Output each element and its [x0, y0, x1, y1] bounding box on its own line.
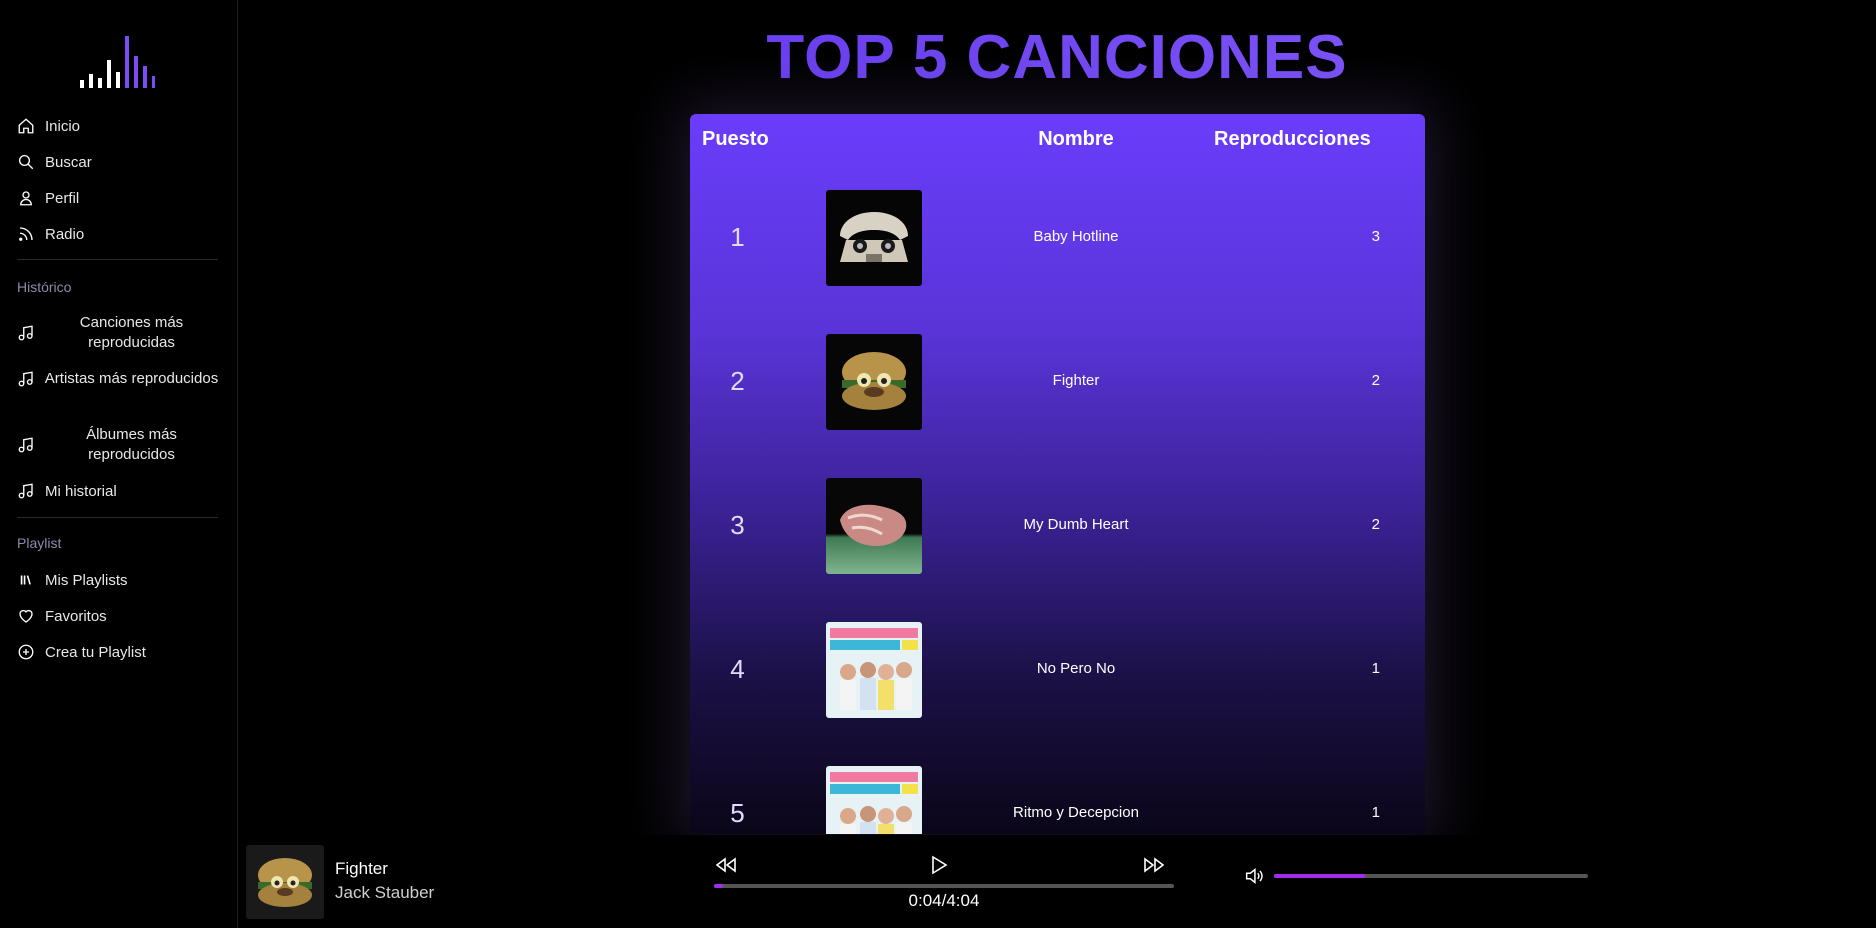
meat-heart-cover [826, 478, 922, 574]
now-playing-artist: Jack Stauber [335, 883, 435, 902]
progress-fill [714, 884, 724, 888]
table-row[interactable]: 2 Fighter 2 [690, 334, 1425, 430]
table-row[interactable]: 1 Baby Hotline 3 [690, 190, 1425, 286]
music-note-icon [18, 325, 33, 341]
nav-label: Crea tu Playlist [45, 643, 146, 661]
sidebar-item-label: Álbumes más reproducidos [86, 426, 177, 463]
fast-forward-icon[interactable] [1142, 853, 1166, 877]
nav-label: Perfil [45, 189, 80, 207]
rewind-icon[interactable] [714, 853, 738, 877]
nav-item-radio[interactable]: Radio [17, 216, 220, 252]
row-rank: 2 [730, 366, 745, 396]
volume-slider[interactable] [1274, 874, 1588, 878]
sidebar-item-label: Artistas más reproducidos [44, 370, 219, 387]
row-plays: 1 [1371, 660, 1380, 677]
nav-label: Buscar [45, 153, 92, 171]
row-rank: 1 [730, 222, 745, 252]
band-photo-cover [826, 622, 922, 718]
burger-face-cover [826, 334, 922, 430]
nav-label: Inicio [45, 117, 81, 135]
music-note-icon [18, 437, 33, 453]
playback-time: 0:04/4:04 [908, 891, 980, 910]
home-icon [18, 118, 34, 134]
page-title: TOP 5 CANCIONES [238, 22, 1876, 93]
main-nav: Inicio Buscar Perfil Radio [17, 108, 220, 252]
sidebar-item-top-songs[interactable]: Canciones más reproducidas [17, 313, 220, 353]
header-name: Nombre [1038, 128, 1114, 150]
volume-fill [1274, 874, 1366, 878]
library-icon [20, 575, 31, 585]
sidebar: Inicio Buscar Perfil Radio Histórico Can… [0, 0, 238, 928]
sidebar-item-label: Mi historial [45, 482, 117, 500]
row-rank: 3 [730, 510, 745, 540]
nav-label: Favoritos [45, 607, 107, 625]
telephone-skull-cover [826, 190, 922, 286]
row-rank: 4 [730, 654, 745, 684]
section-title-playlist: Playlist [17, 535, 62, 551]
row-song-name: Fighter [1052, 372, 1100, 389]
player-bar: Fighter Jack Stauber 0:04/4:04 [238, 835, 1876, 928]
row-plays: 2 [1371, 516, 1380, 533]
row-rank: 5 [730, 798, 745, 828]
divider [17, 259, 218, 260]
table-header: Puesto Nombre Reproducciones [690, 128, 1425, 158]
playback-progress-bar[interactable] [714, 884, 1174, 888]
search-icon [18, 154, 34, 170]
row-song-name: My Dumb Heart [1023, 516, 1129, 533]
now-playing-title: Fighter [335, 859, 388, 878]
sidebar-item-mi-historial[interactable]: Mi historial [17, 481, 220, 501]
divider [17, 517, 218, 518]
main-header: TOP 5 CANCIONES [238, 0, 1876, 100]
table-row[interactable]: 3 My Dumb Heart 2 [690, 478, 1425, 574]
now-playing-cover [246, 845, 324, 919]
user-icon [20, 191, 32, 206]
nav-item-inicio[interactable]: Inicio [17, 108, 220, 144]
header-rank: Puesto [702, 128, 769, 150]
nav-item-perfil[interactable]: Perfil [17, 180, 220, 216]
rss-icon [19, 227, 33, 241]
band-photo-cover [826, 766, 922, 834]
row-song-name: No Pero No [1036, 660, 1116, 677]
logo-equalizer-icon [80, 36, 155, 88]
nav-label: Radio [45, 225, 85, 243]
row-song-name: Ritmo y Decepcion [1013, 804, 1139, 821]
table-row[interactable]: 4 No Pero No 1 [690, 622, 1425, 718]
top-songs-table: Puesto Nombre Reproducciones 1 Baby Hotl… [690, 114, 1425, 834]
sidebar-item-top-artists[interactable]: Artistas más reproducidos [17, 369, 220, 389]
table-row[interactable]: 5 Ritmo y Decepcion 1 [690, 766, 1425, 834]
heart-icon [19, 609, 33, 623]
nav-item-buscar[interactable]: Buscar [17, 144, 220, 180]
section-title-historico: Histórico [17, 279, 72, 295]
sidebar-item-crea-playlist[interactable]: Crea tu Playlist [17, 634, 220, 670]
header-plays: Reproducciones [1214, 128, 1371, 150]
sidebar-item-top-albums[interactable]: Álbumes más reproducidos [17, 425, 220, 465]
row-plays: 1 [1371, 804, 1380, 821]
nav-label: Mis Playlists [45, 571, 128, 589]
music-note-icon [18, 483, 33, 499]
sidebar-item-mis-playlists[interactable]: Mis Playlists [17, 562, 220, 598]
sidebar-item-label: Canciones más reproducidas [79, 314, 184, 351]
sidebar-item-favoritos[interactable]: Favoritos [17, 598, 220, 634]
row-plays: 2 [1371, 372, 1380, 389]
row-song-name: Baby Hotline [1033, 228, 1119, 245]
plus-circle-icon [18, 644, 34, 660]
play-icon[interactable] [926, 853, 950, 877]
row-plays: 3 [1371, 228, 1380, 245]
volume-icon[interactable] [1242, 865, 1266, 887]
music-note-icon [18, 371, 33, 387]
playlist-nav: Mis Playlists Favoritos Crea tu Playlist [17, 562, 220, 670]
